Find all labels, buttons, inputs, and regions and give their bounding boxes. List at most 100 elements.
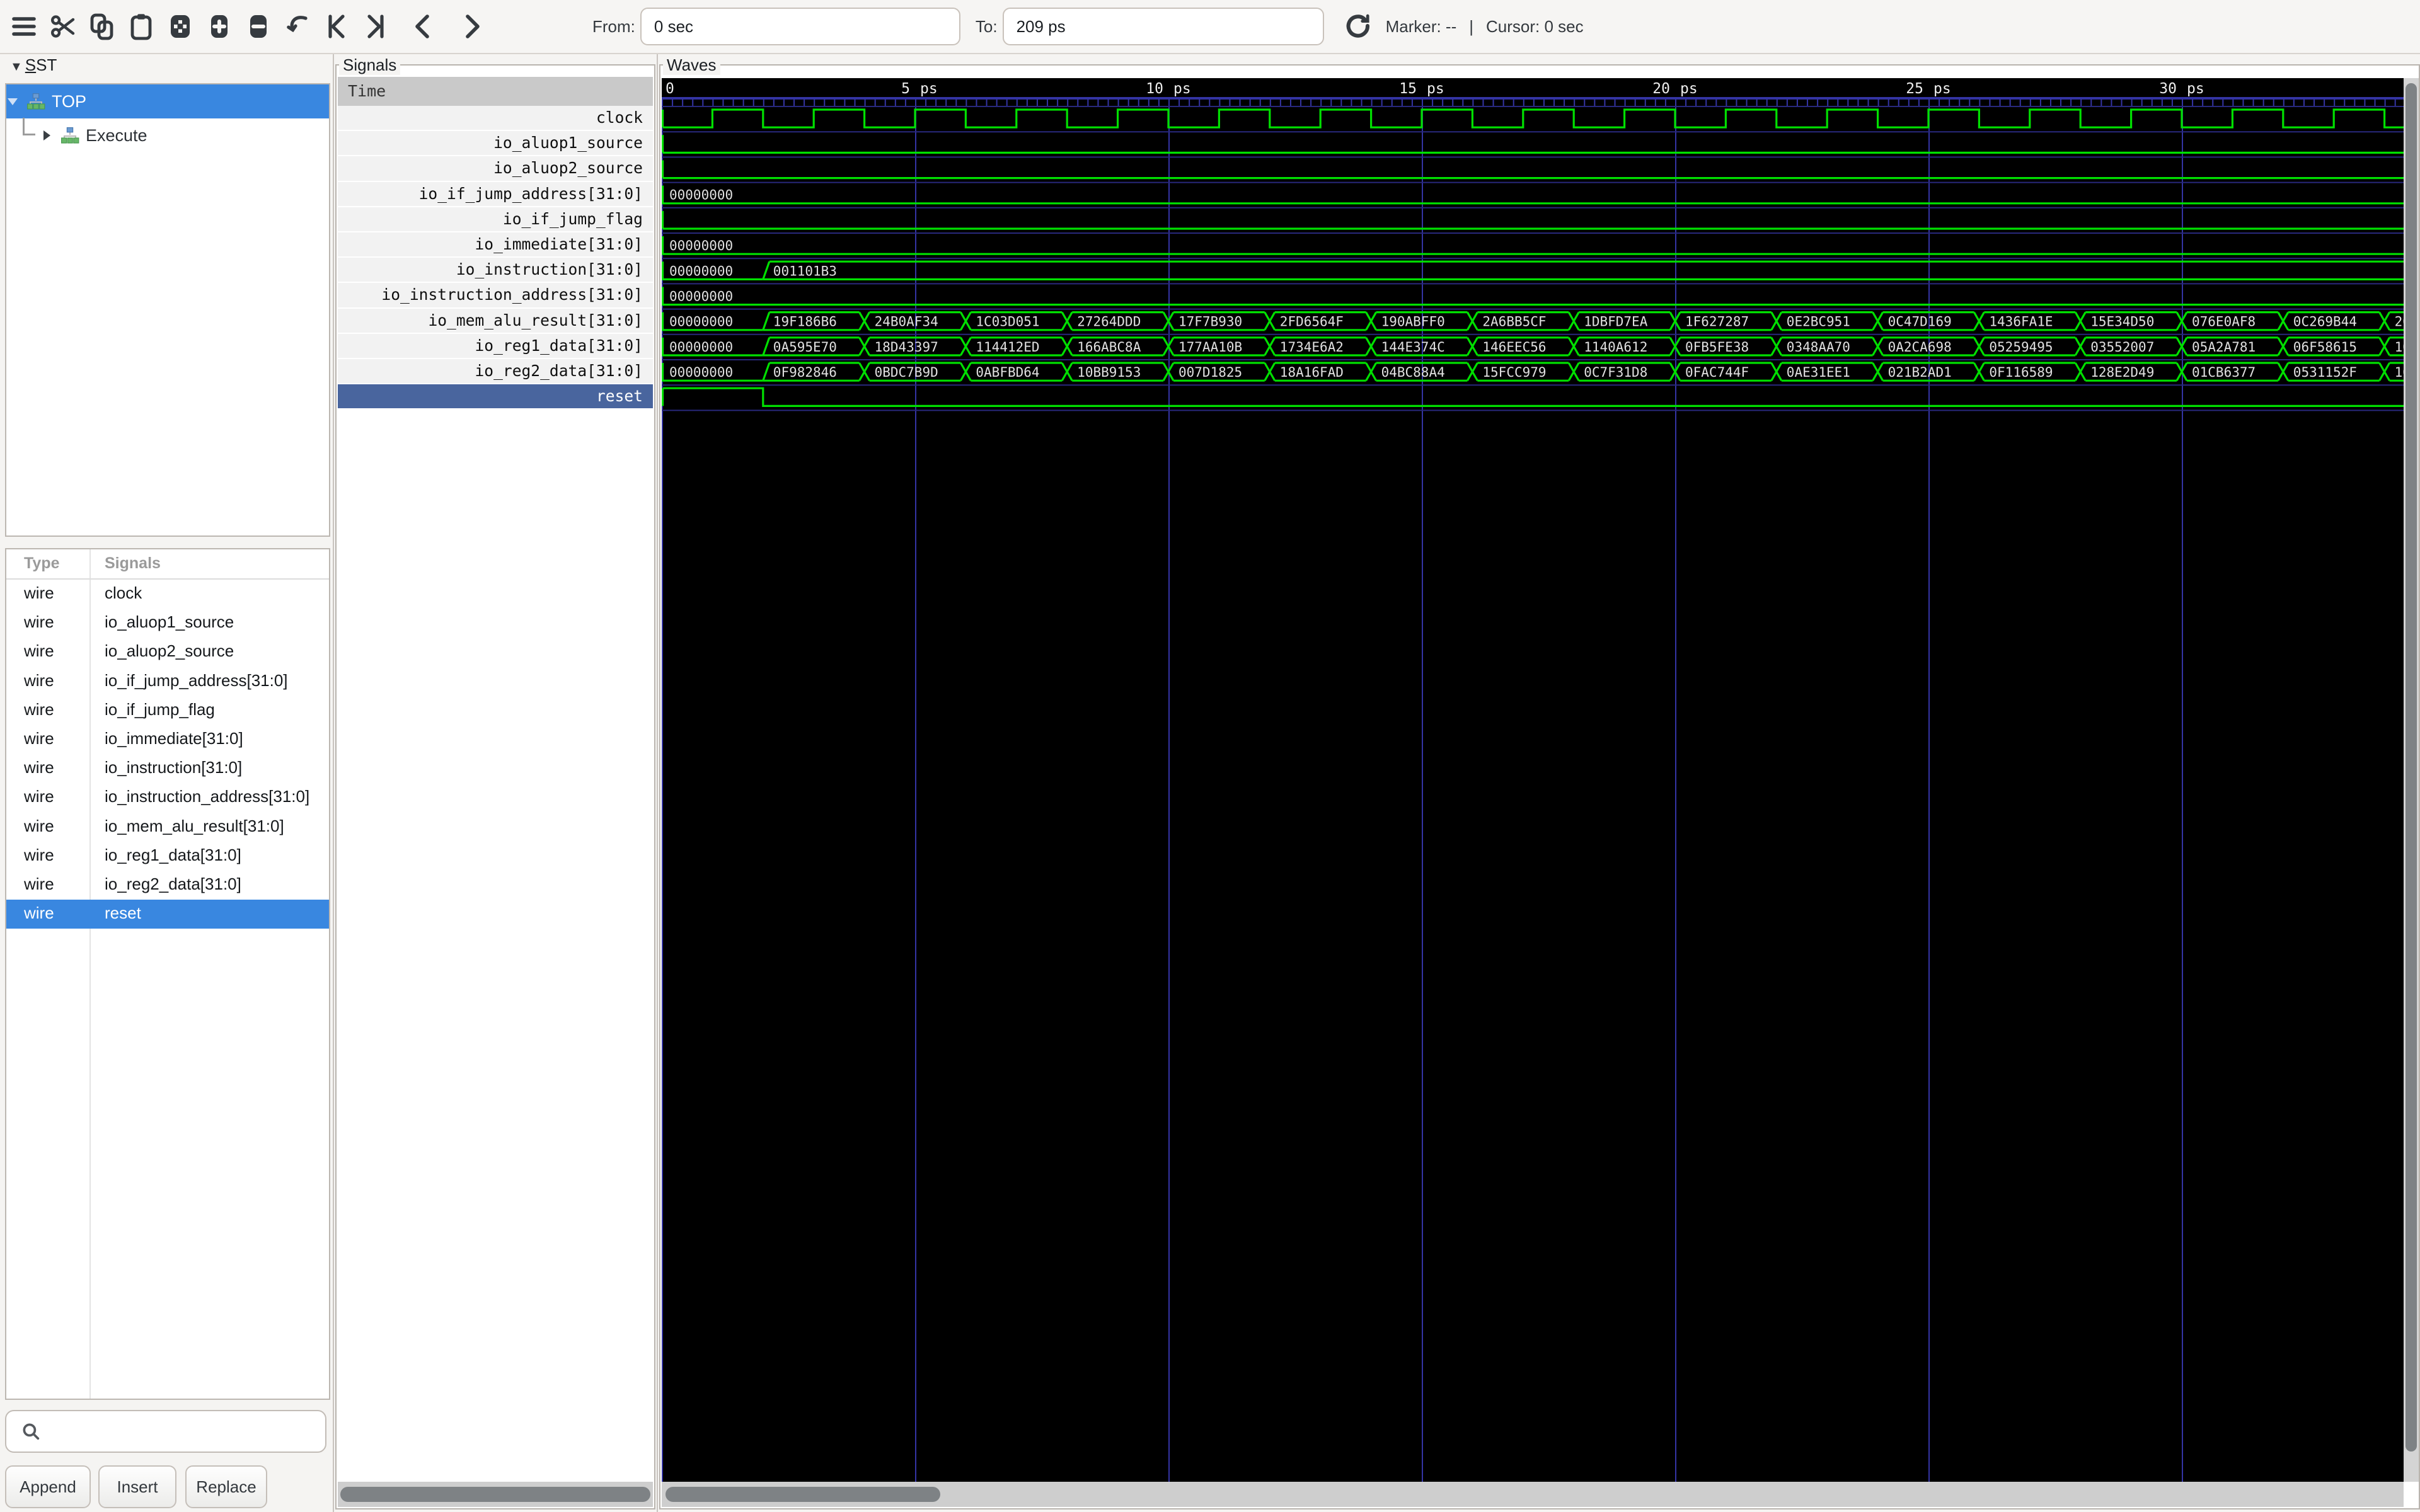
step-right-icon[interactable] — [456, 11, 487, 42]
hierarchy-icon — [26, 93, 45, 110]
table-row-io_aluop1_source[interactable]: wireio_aluop1_source — [6, 609, 329, 638]
append-button[interactable]: Append — [5, 1465, 91, 1508]
tree-item-execute[interactable]: Execute — [6, 118, 329, 152]
wave-row-io_if_jump_address[31:0][interactable]: 00000000 — [662, 188, 2404, 203]
wave-row-io_immediate[31:0][interactable]: 00000000 — [662, 238, 2404, 254]
table-row-io_instruction[31:0][interactable]: wireio_instruction[31:0] — [6, 754, 329, 783]
bus-value: 0E2BC951 — [1787, 314, 1850, 329]
table-row-io_reg2_data[31:0][interactable]: wireio_reg2_data[31:0] — [6, 871, 329, 900]
step-left-icon[interactable] — [408, 11, 439, 42]
tree-item-top[interactable]: TOP — [6, 84, 329, 118]
bus-value: 0AE31EE1 — [1787, 365, 1850, 380]
menu-icon[interactable] — [9, 11, 39, 42]
bus-value: 1DBFD7EA — [1584, 314, 1648, 329]
timeline-label: 25 — [1906, 81, 1923, 97]
signal-row-io_aluop2_source[interactable]: io_aluop2_source — [338, 156, 653, 181]
table-header: Type Signals — [6, 549, 329, 580]
replace-button[interactable]: Replace — [185, 1465, 267, 1508]
copy-icon[interactable] — [87, 11, 117, 42]
bit-wave-reset[interactable] — [663, 388, 2404, 406]
bus-value: 0A2CA698 — [1888, 340, 1952, 355]
bus-value: 03552007 — [2090, 340, 2154, 355]
signal-row-io_aluop1_source[interactable]: io_aluop1_source — [338, 131, 653, 156]
go-start-icon[interactable] — [321, 11, 352, 42]
bus-value: 007D1825 — [1178, 365, 1242, 380]
bus-value: 15FCC979 — [1482, 365, 1546, 380]
wave-row-io_reg2_data[31:0][interactable]: 000000000F9828460BDC7B9D0ABFBD6410BB9153… — [662, 363, 2404, 381]
paste-icon[interactable] — [126, 11, 156, 42]
undo-icon[interactable] — [282, 11, 313, 42]
table-row-io_immediate[31:0][interactable]: wireio_immediate[31:0] — [6, 725, 329, 754]
cell-type: wire — [24, 787, 54, 806]
bus-value: 26C — [2395, 314, 2404, 329]
cut-icon[interactable] — [48, 11, 78, 42]
cell-type: wire — [24, 816, 54, 836]
wave-row-io_reg1_data[31:0][interactable]: 000000000A595E7018D43397114412ED166ABC8A… — [662, 338, 2404, 355]
reload-icon[interactable] — [1343, 11, 1373, 42]
sst-label-rest: ST — [36, 55, 57, 74]
bus-value: 146EEC56 — [1482, 340, 1546, 355]
expander-down-icon[interactable] — [6, 95, 19, 108]
table-row-io_instruction_address[31:0][interactable]: wireio_instruction_address[31:0] — [6, 783, 329, 812]
insert-button[interactable]: Insert — [98, 1465, 176, 1508]
wave-row-io_instruction_address[31:0][interactable]: 00000000 — [662, 289, 2404, 305]
signal-row-clock[interactable]: clock — [338, 106, 653, 131]
bus-value: 00000000 — [669, 289, 733, 304]
bus-value: 021B2AD1 — [1888, 365, 1952, 380]
bus-value: 0BDC7B9D — [875, 365, 938, 380]
tree-item-label: Execute — [86, 126, 147, 146]
signal-row-io_mem_alu_result[31:0][interactable]: io_mem_alu_result[31:0] — [338, 309, 653, 334]
expander-right-icon[interactable] — [40, 129, 53, 142]
bus-value: 0C7F31D8 — [1584, 365, 1647, 380]
table-row-clock[interactable]: wireclock — [6, 580, 329, 609]
panel-splitter-right[interactable] — [657, 54, 658, 1512]
waves-vscrollbar[interactable] — [2404, 78, 2419, 1482]
signal-row-io_if_jump_address[31:0][interactable]: io_if_jump_address[31:0] — [338, 182, 653, 207]
panel-splitter-left[interactable] — [333, 54, 334, 1512]
table-row-reset[interactable]: wirereset — [6, 900, 329, 929]
wave-canvas[interactable]: 05ps10ps15ps20ps25ps30ps0000000000000000… — [662, 78, 2404, 1482]
sst-expander-icon[interactable]: ▼ — [10, 60, 23, 74]
bus-value: 00000000 — [669, 340, 733, 355]
table-row-io_aluop2_source[interactable]: wireio_aluop2_source — [6, 638, 329, 667]
zoom-fit-icon[interactable] — [165, 11, 195, 42]
bus-value: 0A595E70 — [773, 340, 837, 355]
signal-row-io_immediate[31:0][interactable]: io_immediate[31:0] — [338, 232, 653, 258]
bus-value: 17F7B930 — [1178, 314, 1242, 329]
wave-row-io_instruction[31:0][interactable]: 00000000001101B3 — [662, 261, 2404, 279]
signal-search-box[interactable] — [5, 1410, 326, 1453]
waves-hscroll-thumb[interactable] — [666, 1487, 940, 1502]
signal-row-io_if_jump_flag[interactable]: io_if_jump_flag — [338, 207, 653, 232]
sst-tree: TOP Execute — [5, 83, 330, 537]
table-row-io_reg1_data[31:0][interactable]: wireio_reg1_data[31:0] — [6, 842, 329, 871]
from-input[interactable]: 0 sec — [640, 8, 960, 45]
signal-row-reset[interactable]: reset — [338, 384, 653, 410]
timeline-label: 5 — [901, 81, 910, 97]
signal-row-io_reg2_data[31:0][interactable]: io_reg2_data[31:0] — [338, 359, 653, 384]
tree-branch-line — [23, 118, 35, 135]
to-input[interactable]: 209 ps — [1003, 8, 1324, 45]
bus-value: 00000000 — [669, 365, 733, 380]
signal-row-io_instruction_address[31:0][interactable]: io_instruction_address[31:0] — [338, 283, 653, 308]
sst-section-label[interactable]: ▼SST — [10, 55, 57, 75]
cell-name: io_if_jump_address[31:0] — [105, 671, 288, 690]
search-input[interactable] — [42, 1422, 325, 1441]
waves-vscroll-thumb[interactable] — [2406, 83, 2417, 1452]
table-row-io_if_jump_flag[interactable]: wireio_if_jump_flag — [6, 696, 329, 725]
signal-row-io_reg1_data[31:0][interactable]: io_reg1_data[31:0] — [338, 334, 653, 359]
go-end-icon[interactable] — [360, 11, 391, 42]
table-row-io_if_jump_address[31:0][interactable]: wireio_if_jump_address[31:0] — [6, 667, 329, 696]
bus-value: 0348AA70 — [1787, 340, 1850, 355]
signals-hscroll-thumb[interactable] — [340, 1487, 650, 1502]
signals-hscrollbar[interactable] — [338, 1482, 653, 1507]
zoom-out-icon[interactable] — [243, 11, 274, 42]
bus-value: 0C269B44 — [2293, 314, 2357, 329]
zoom-in-icon[interactable] — [204, 11, 234, 42]
wave-row-io_mem_alu_result[31:0][interactable]: 0000000019F186B624B0AF341C03D05127264DDD… — [662, 312, 2404, 330]
bus-value: 0FB5FE38 — [1685, 340, 1749, 355]
signal-row-io_instruction[31:0][interactable]: io_instruction[31:0] — [338, 258, 653, 283]
table-row-io_mem_alu_result[31:0][interactable]: wireio_mem_alu_result[31:0] — [6, 813, 329, 842]
time-header[interactable]: Time — [338, 77, 653, 106]
clock-wave[interactable] — [663, 110, 2404, 127]
waves-hscrollbar[interactable] — [662, 1482, 2404, 1507]
